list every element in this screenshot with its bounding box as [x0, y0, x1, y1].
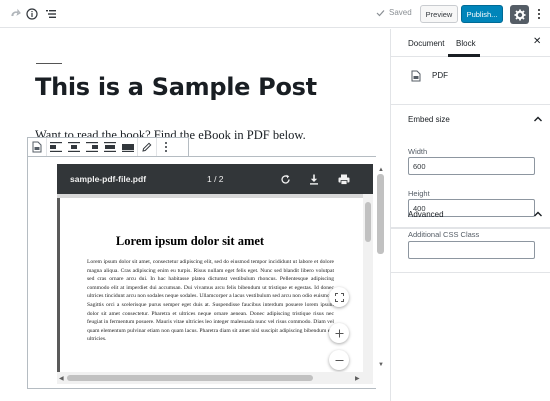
block-toolbar	[27, 137, 189, 157]
width-label: Width	[408, 147, 428, 156]
zoom-out-icon[interactable]	[329, 350, 349, 370]
fit-to-page-icon[interactable]	[329, 287, 349, 307]
chevron-up-icon	[534, 116, 542, 122]
edit-pencil-icon[interactable]	[138, 138, 156, 156]
settings-button[interactable]	[510, 5, 529, 24]
zoom-in-icon[interactable]	[329, 323, 349, 343]
more-options-button[interactable]	[534, 6, 544, 22]
pdf-viewer[interactable]: sample-pdf-file.pdf 1 / 2 Lorem ipsum do…	[57, 164, 373, 384]
embed-size-panel-toggle[interactable]: Embed size	[391, 105, 550, 133]
pdf-page-heading: Lorem ipsum dolor sit amet	[115, 234, 265, 248]
advanced-panel-header[interactable]: Advanced	[391, 200, 550, 229]
css-class-input[interactable]	[408, 241, 535, 259]
download-icon[interactable]	[308, 173, 320, 185]
align-center-icon[interactable]	[65, 138, 83, 156]
info-icon[interactable]	[24, 6, 40, 22]
outline-icon[interactable]	[43, 6, 59, 22]
pdf-block-icon[interactable]	[28, 138, 46, 156]
redo-icon[interactable]	[7, 6, 23, 22]
print-icon[interactable]	[338, 173, 350, 185]
embed-size-title: Embed size	[408, 115, 450, 124]
align-right-icon[interactable]	[83, 138, 101, 156]
publish-button[interactable]: Publish...	[461, 5, 503, 23]
pdf-page-indicator: 1 / 2	[207, 174, 224, 184]
block-more-icon[interactable]	[157, 138, 175, 156]
saved-label: Saved	[389, 8, 412, 17]
pdf-page-body: Lorem ipsum dolor sit amet, consectetur …	[87, 259, 334, 343]
pdf-vertical-scrollbar[interactable]	[363, 194, 373, 376]
width-input[interactable]	[408, 157, 535, 175]
align-left-icon[interactable]	[47, 138, 65, 156]
editor-header: Saved Preview Publish...	[0, 0, 550, 28]
editor-scrollbar[interactable]: ▲ ▼	[376, 29, 385, 401]
pdf-viewer-toolbar: sample-pdf-file.pdf 1 / 2	[57, 164, 373, 194]
check-icon	[376, 9, 385, 16]
title-separator	[36, 63, 62, 64]
tab-block[interactable]: Block	[456, 39, 476, 48]
preview-button[interactable]: Preview	[420, 5, 458, 23]
post-title[interactable]: This is a Sample Post	[35, 73, 317, 101]
block-card-title: PDF	[432, 71, 448, 80]
panel-divider	[391, 272, 550, 273]
gear-icon	[514, 9, 525, 20]
chevron-up-icon	[534, 211, 542, 217]
close-icon[interactable]: ✕	[533, 36, 541, 47]
pdf-page: Lorem ipsum dolor sit amet Lorem ipsum d…	[60, 198, 363, 376]
editor-canvas: This is a Sample Post Want to read the b…	[0, 29, 390, 401]
advanced-title: Advanced	[408, 210, 444, 219]
saved-status: Saved	[376, 8, 412, 17]
rotate-icon[interactable]	[279, 173, 291, 185]
height-label: Height	[408, 189, 430, 198]
block-card: PDF	[391, 57, 550, 105]
settings-sidebar: Document Block ✕ PDF Embed size Width He…	[390, 29, 550, 401]
pdf-file-icon	[411, 70, 421, 82]
full-width-icon[interactable]	[119, 138, 137, 156]
css-class-label: Additional CSS Class	[408, 230, 480, 239]
tab-document[interactable]: Document	[408, 39, 444, 48]
pdf-horizontal-scrollbar[interactable]: ◀ ▶	[57, 372, 373, 384]
pdf-file-name: sample-pdf-file.pdf	[70, 174, 147, 184]
sidebar-tabs: Document Block ✕	[391, 29, 550, 57]
wide-width-icon[interactable]	[101, 138, 119, 156]
